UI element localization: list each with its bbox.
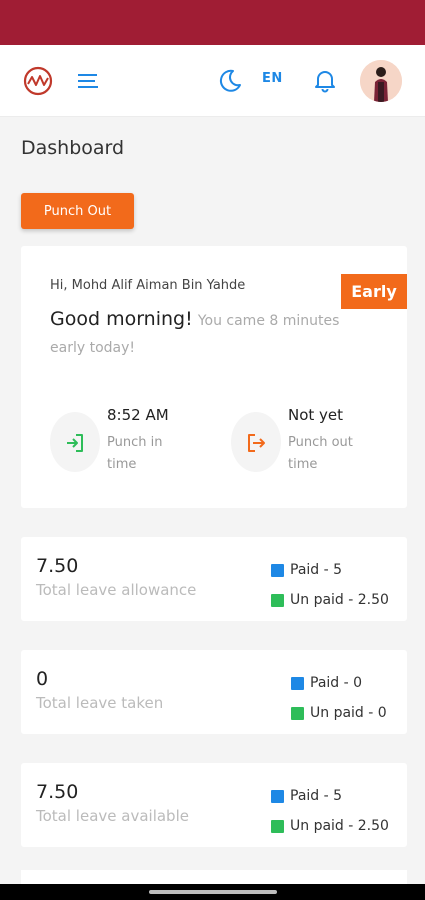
status-badge: Early bbox=[341, 274, 407, 309]
unpaid-label: Un paid - 2.50 bbox=[290, 592, 389, 608]
stat-caption: Total leave available bbox=[36, 807, 189, 825]
stat-caption: Total leave allowance bbox=[36, 581, 197, 599]
language-selector[interactable]: EN bbox=[262, 71, 283, 86]
stat-value: 7.50 bbox=[36, 781, 79, 803]
punch-out-label: Punch out time bbox=[288, 435, 353, 472]
paid-swatch bbox=[271, 789, 284, 803]
leave-legend: Paid - 5 Un paid - 2.50 bbox=[271, 781, 389, 841]
punch-in-time: 8:52 AM bbox=[107, 406, 169, 424]
app-logo-icon[interactable] bbox=[22, 65, 54, 97]
leave-available-card: 7.50 Total leave available Paid - 5 Un p… bbox=[21, 763, 407, 847]
welcome-card: Hi, Mohd Alif Aiman Bin Yahde Good morni… bbox=[21, 246, 407, 508]
top-app-bar: EN bbox=[0, 45, 425, 117]
stat-caption: Total leave taken bbox=[36, 694, 164, 712]
leave-allowance-card: 7.50 Total leave allowance Paid - 5 Un p… bbox=[21, 537, 407, 621]
notification-bell-icon[interactable] bbox=[311, 66, 339, 94]
home-gesture-handle[interactable] bbox=[149, 890, 277, 894]
paid-label: Paid - 5 bbox=[290, 562, 343, 578]
leave-legend: Paid - 0 Un paid - 0 bbox=[291, 668, 387, 728]
profile-avatar[interactable] bbox=[360, 60, 402, 102]
punch-out-time: Not yet bbox=[288, 406, 344, 424]
leave-legend: Paid - 5 Un paid - 2.50 bbox=[271, 555, 389, 615]
unpaid-swatch bbox=[271, 593, 284, 607]
unpaid-swatch bbox=[271, 819, 284, 833]
page-title: Dashboard bbox=[21, 137, 125, 159]
punch-in-label: Punch in time bbox=[107, 435, 163, 472]
legend-paid: Paid - 5 bbox=[271, 781, 389, 811]
attendance-message: Good morning! You came 8 minutes early t… bbox=[50, 306, 340, 361]
menu-icon[interactable] bbox=[76, 71, 100, 91]
unpaid-label: Un paid - 2.50 bbox=[290, 818, 389, 834]
paid-swatch bbox=[291, 676, 304, 690]
leave-taken-card: 0 Total leave taken Paid - 0 Un paid - 0 bbox=[21, 650, 407, 734]
legend-paid: Paid - 0 bbox=[291, 668, 387, 698]
punch-in-icon bbox=[50, 412, 100, 472]
legend-unpaid: Un paid - 2.50 bbox=[271, 585, 389, 615]
stat-value: 7.50 bbox=[36, 555, 79, 577]
user-greeting-name: Hi, Mohd Alif Aiman Bin Yahde bbox=[50, 278, 246, 293]
stat-value: 0 bbox=[36, 668, 49, 690]
system-navigation-bar bbox=[0, 884, 425, 900]
unpaid-swatch bbox=[291, 706, 304, 720]
greeting-text: Good morning! bbox=[50, 308, 193, 330]
legend-unpaid: Un paid - 2.50 bbox=[271, 811, 389, 841]
dark-mode-moon-icon[interactable] bbox=[216, 67, 244, 95]
unpaid-label: Un paid - 0 bbox=[310, 705, 387, 721]
punch-out-icon bbox=[231, 412, 281, 472]
legend-paid: Paid - 5 bbox=[271, 555, 389, 585]
punch-out-button[interactable]: Punch Out bbox=[21, 193, 134, 229]
legend-unpaid: Un paid - 0 bbox=[291, 698, 387, 728]
status-bar bbox=[0, 0, 425, 45]
paid-swatch bbox=[271, 563, 284, 577]
paid-label: Paid - 0 bbox=[310, 675, 363, 691]
paid-label: Paid - 5 bbox=[290, 788, 343, 804]
